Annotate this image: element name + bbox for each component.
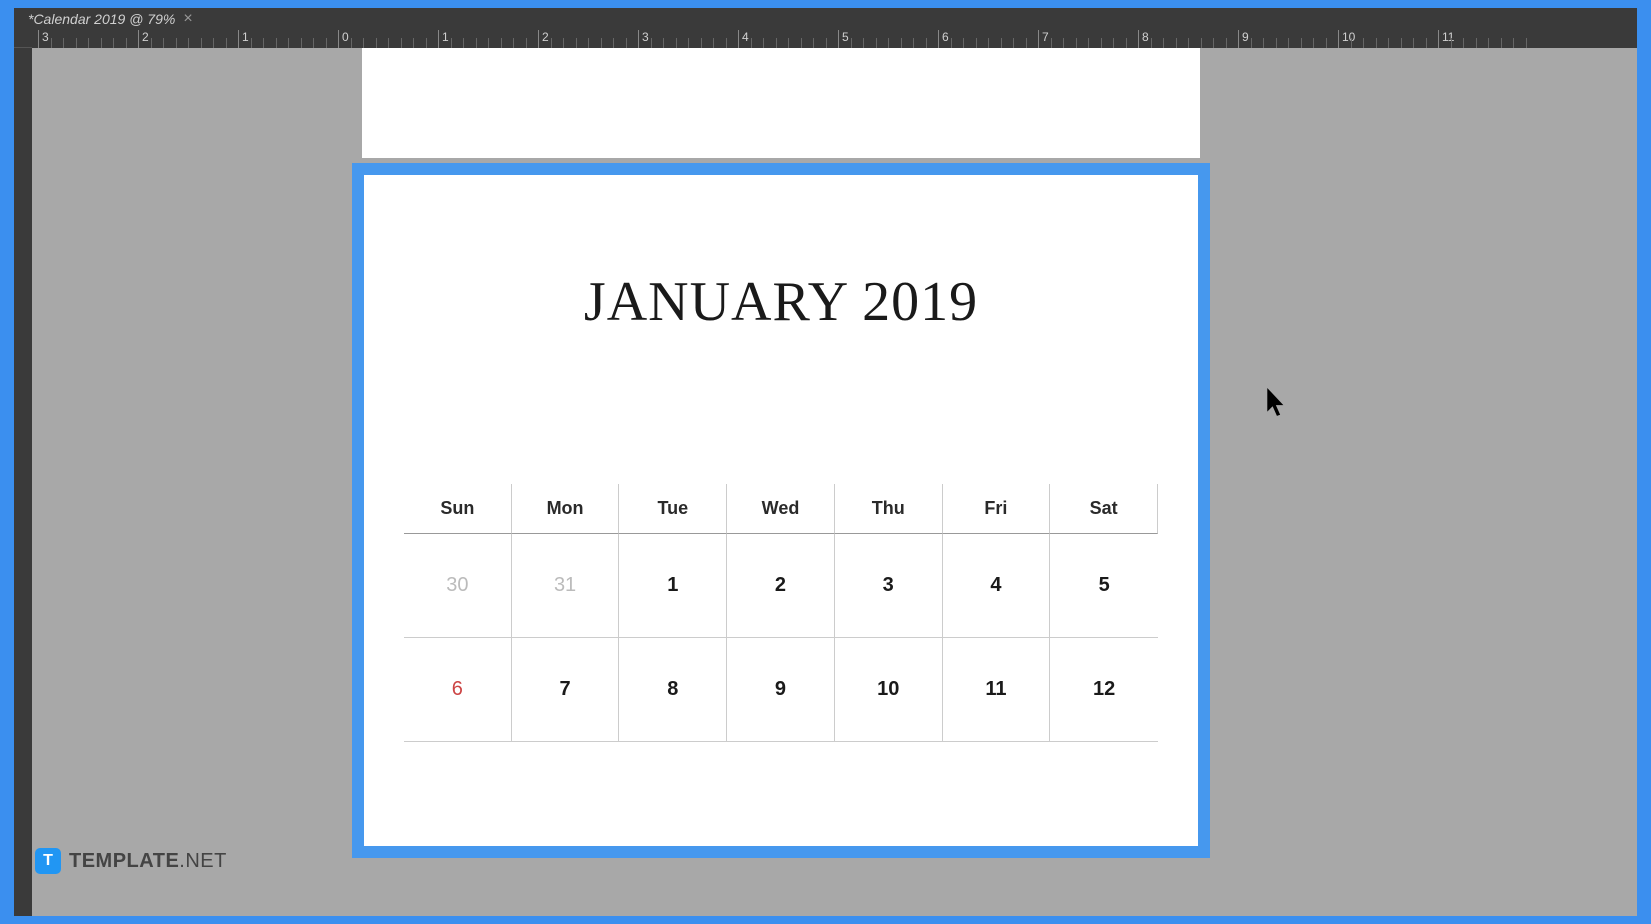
calendar-document: JANUARY 2019 SunMonTueWedThuFriSat303112… — [364, 175, 1198, 846]
horizontal-ruler[interactable]: 32101234567891011 — [14, 30, 1637, 48]
tab-title: *Calendar 2019 @ 79% — [28, 11, 175, 27]
ruler-tick: 0 — [338, 30, 349, 48]
document-tab[interactable]: *Calendar 2019 @ 79% × — [20, 8, 201, 30]
day-header: Thu — [835, 484, 943, 534]
calendar-grid[interactable]: SunMonTueWedThuFriSat3031123456789101112 — [404, 484, 1158, 742]
calendar-day-cell[interactable]: 2 — [727, 534, 835, 638]
calendar-day-cell[interactable]: 12 — [1050, 638, 1158, 742]
ruler-tick: 2 — [138, 30, 149, 48]
day-header: Wed — [727, 484, 835, 534]
calendar-day-cell[interactable]: 9 — [727, 638, 835, 742]
design-app-window: *Calendar 2019 @ 79% × 32101234567891011… — [14, 8, 1637, 916]
tab-bar: *Calendar 2019 @ 79% × — [14, 8, 1637, 30]
logo-text: TEMPLATE.NET — [69, 850, 227, 873]
ruler-tick: 2 — [538, 30, 549, 48]
calendar-day-cell[interactable]: 31 — [512, 534, 620, 638]
canvas-area[interactable]: JANUARY 2019 SunMonTueWedThuFriSat303112… — [32, 48, 1637, 916]
calendar-day-cell[interactable]: 5 — [1050, 534, 1158, 638]
calendar-day-cell[interactable]: 6 — [404, 638, 512, 742]
calendar-title[interactable]: JANUARY 2019 — [404, 270, 1158, 334]
calendar-day-cell[interactable]: 1 — [619, 534, 727, 638]
day-header: Fri — [943, 484, 1051, 534]
selected-page-frame[interactable]: JANUARY 2019 SunMonTueWedThuFriSat303112… — [352, 163, 1210, 858]
ruler-tick: 8 — [1138, 30, 1149, 48]
calendar-day-cell[interactable]: 30 — [404, 534, 512, 638]
day-header: Sun — [404, 484, 512, 534]
ruler-tick: 5 — [838, 30, 849, 48]
calendar-day-cell[interactable]: 4 — [943, 534, 1051, 638]
previous-page-bottom — [362, 48, 1200, 158]
vertical-ruler[interactable] — [14, 48, 32, 916]
ruler-tick: 7 — [1038, 30, 1049, 48]
ruler-tick: 3 — [38, 30, 49, 48]
ruler-tick: 6 — [938, 30, 949, 48]
day-header: Mon — [512, 484, 620, 534]
ruler-tick: 1 — [238, 30, 249, 48]
logo-icon: T — [35, 848, 61, 874]
close-icon[interactable]: × — [183, 10, 192, 28]
calendar-day-cell[interactable]: 8 — [619, 638, 727, 742]
ruler-tick: 4 — [738, 30, 749, 48]
calendar-day-cell[interactable]: 11 — [943, 638, 1051, 742]
ruler-tick: 11 — [1438, 30, 1454, 48]
day-header: Tue — [619, 484, 727, 534]
ruler-tick: 1 — [438, 30, 449, 48]
workspace: JANUARY 2019 SunMonTueWedThuFriSat303112… — [14, 48, 1637, 916]
day-header: Sat — [1050, 484, 1158, 534]
ruler-tick: 3 — [638, 30, 649, 48]
calendar-day-cell[interactable]: 7 — [512, 638, 620, 742]
calendar-day-cell[interactable]: 10 — [835, 638, 943, 742]
calendar-day-cell[interactable]: 3 — [835, 534, 943, 638]
ruler-tick: 9 — [1238, 30, 1249, 48]
watermark-logo: T TEMPLATE.NET — [35, 848, 227, 874]
ruler-tick: 10 — [1338, 30, 1355, 48]
